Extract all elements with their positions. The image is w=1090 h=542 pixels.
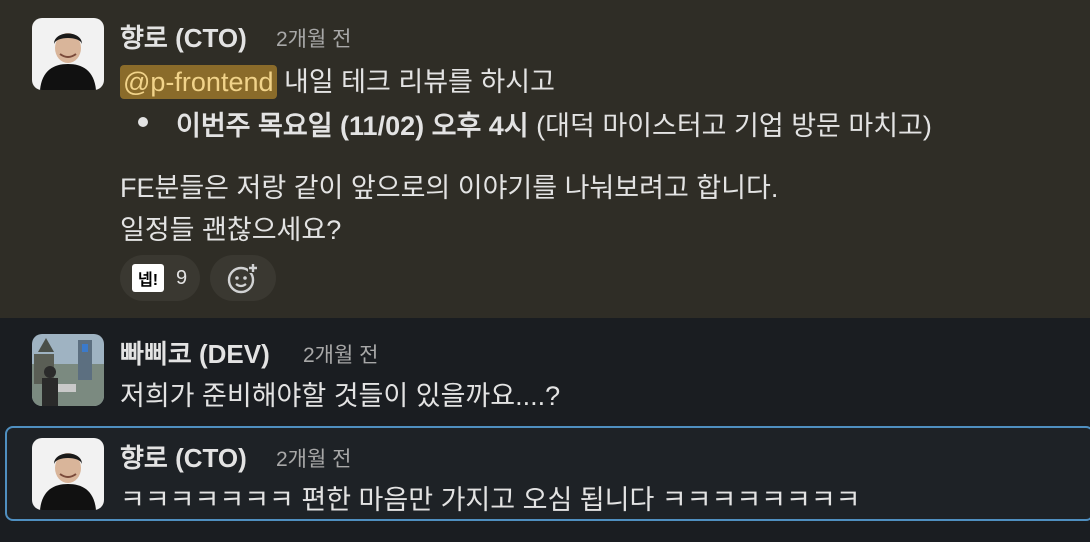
avatar[interactable] — [32, 18, 104, 90]
reaction-emoji: 넵! — [132, 264, 164, 292]
bullet-rest-text: (대덕 마이스터고 기업 방문 마치고) — [528, 111, 932, 141]
avatar[interactable] — [32, 334, 104, 406]
reaction-pill[interactable]: 넵! 9 — [120, 255, 200, 301]
message-2[interactable]: 빠삐코 (DEV) 2개월 전 저희가 준비해야할 것들이 있을까요....? — [0, 318, 1090, 423]
message-text: 저희가 준비해야할 것들이 있을까요....? — [120, 381, 561, 411]
message-text: 내일 테크 리뷰를 하시고 — [276, 67, 555, 97]
bullet-icon — [138, 117, 148, 127]
message-3[interactable]: 향로 (CTO) 2개월 전 ㅋㅋㅋㅋㅋㅋㅋ 편한 마음만 가지고 오심 됩니다… — [5, 426, 1090, 521]
bullet-bold-text: 이번주 목요일 (11/02) 오후 4시 — [176, 111, 529, 141]
timestamp[interactable]: 2개월 전 — [276, 23, 351, 53]
avatar[interactable] — [32, 438, 104, 510]
avatar-image — [32, 334, 104, 406]
message-1[interactable]: 향로 (CTO) 2개월 전 @p-frontend 내일 테크 리뷰를 하시고… — [0, 0, 1090, 318]
avatar-image — [32, 18, 104, 90]
timestamp[interactable]: 2개월 전 — [303, 339, 378, 369]
author-name[interactable]: 향로 (CTO) — [120, 438, 247, 475]
reaction-count: 9 — [176, 266, 188, 289]
message-text: ㅋㅋㅋㅋㅋㅋㅋ 편한 마음만 가지고 오심 됩니다 ㅋㅋㅋㅋㅋㅋㅋㅋ — [120, 485, 861, 515]
author-name[interactable]: 빠삐코 (DEV) — [120, 334, 270, 371]
add-reaction-button[interactable] — [210, 255, 276, 301]
author-name[interactable]: 향로 (CTO) — [120, 18, 247, 55]
message-line-1: @p-frontend 내일 테크 리뷰를 하시고 — [120, 60, 555, 99]
message-paragraph: FE분들은 저랑 같이 앞으로의 이야기를 나눠보려고 합니다. — [120, 173, 779, 203]
avatar-image — [32, 438, 104, 510]
mention-tag[interactable]: @p-frontend — [120, 65, 277, 99]
bullet-item: 이번주 목요일 (11/02) 오후 4시 (대덕 마이스터고 기업 방문 마치… — [176, 104, 932, 143]
timestamp[interactable]: 2개월 전 — [276, 443, 351, 473]
add-emoji-icon — [227, 263, 258, 294]
message-paragraph: 일정들 괜찮으세요? — [120, 215, 342, 245]
